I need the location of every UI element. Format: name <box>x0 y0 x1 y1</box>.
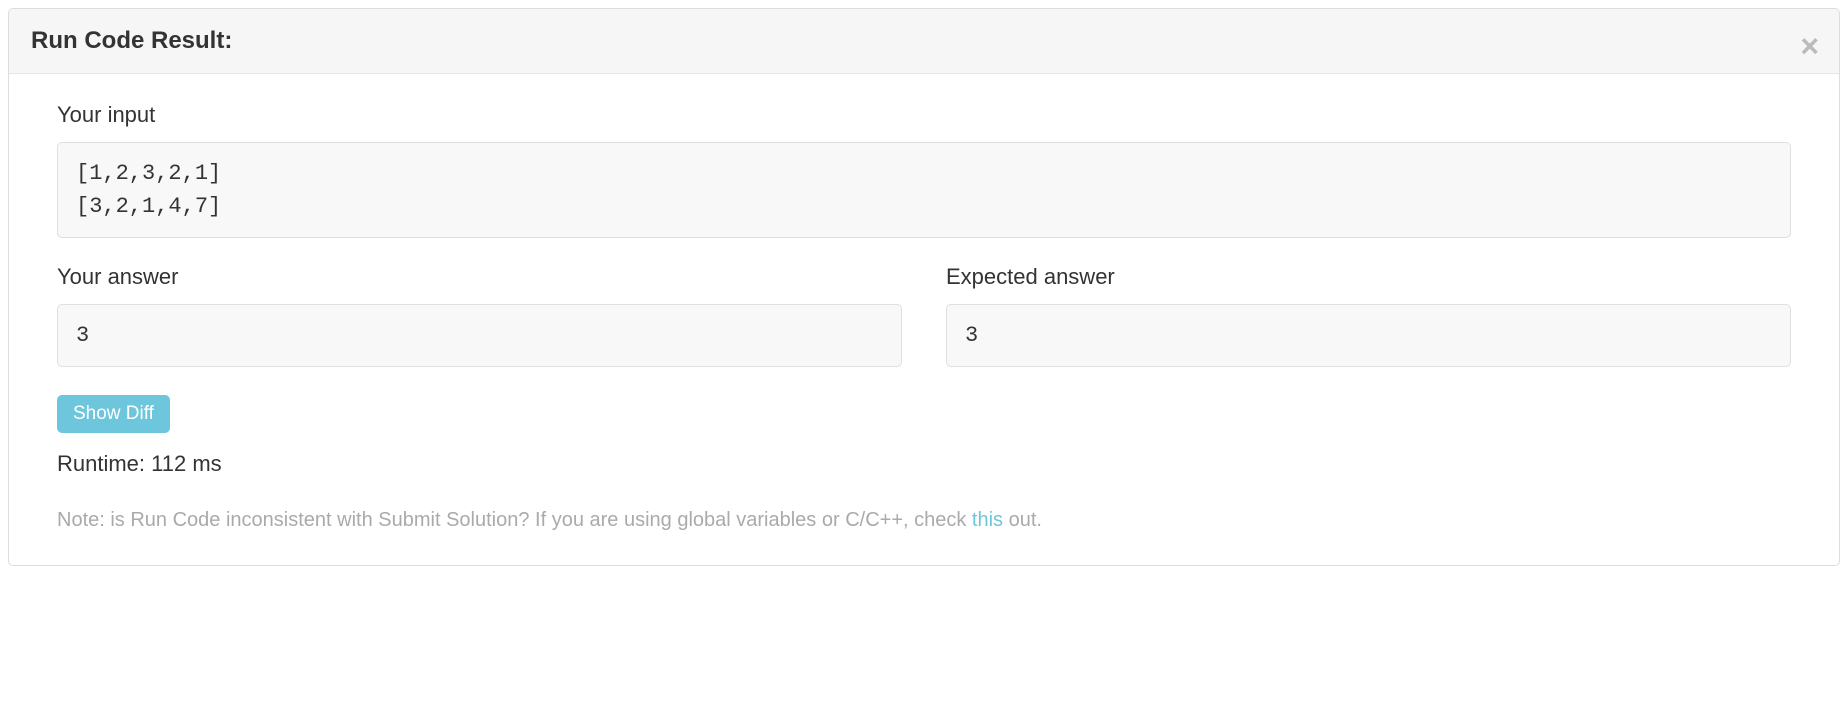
your-answer-value: 3 <box>57 304 902 367</box>
expected-answer-value: 3 <box>946 304 1791 367</box>
run-code-result-panel: Run Code Result: × Your input [1,2,3,2,1… <box>8 8 1840 566</box>
your-answer-section: Your answer 3 <box>57 264 902 367</box>
panel-header: Run Code Result: × <box>9 9 1839 74</box>
runtime-label: Runtime: <box>57 451 151 476</box>
panel-title: Run Code Result: <box>31 27 232 54</box>
note-suffix: out. <box>1003 509 1042 531</box>
expected-answer-label: Expected answer <box>946 264 1791 290</box>
note-prefix: Note: is Run Code inconsistent with Subm… <box>57 509 972 531</box>
show-diff-button[interactable]: Show Diff <box>57 395 170 433</box>
note-link[interactable]: this <box>972 509 1003 531</box>
panel-body: Your input [1,2,3,2,1] [3,2,1,4,7] Your … <box>9 74 1839 565</box>
runtime-text: Runtime: 112 ms <box>57 451 1791 477</box>
your-input-value: [1,2,3,2,1] [3,2,1,4,7] <box>57 142 1791 238</box>
expected-answer-section: Expected answer 3 <box>946 264 1791 367</box>
your-answer-label: Your answer <box>57 264 902 290</box>
answers-row: Your answer 3 Expected answer 3 <box>57 264 1791 367</box>
close-icon[interactable]: × <box>1800 30 1819 62</box>
note-text: Note: is Run Code inconsistent with Subm… <box>57 505 1791 535</box>
your-input-label: Your input <box>57 102 1791 128</box>
runtime-value: 112 ms <box>151 451 222 476</box>
your-input-section: Your input [1,2,3,2,1] [3,2,1,4,7] <box>57 102 1791 238</box>
